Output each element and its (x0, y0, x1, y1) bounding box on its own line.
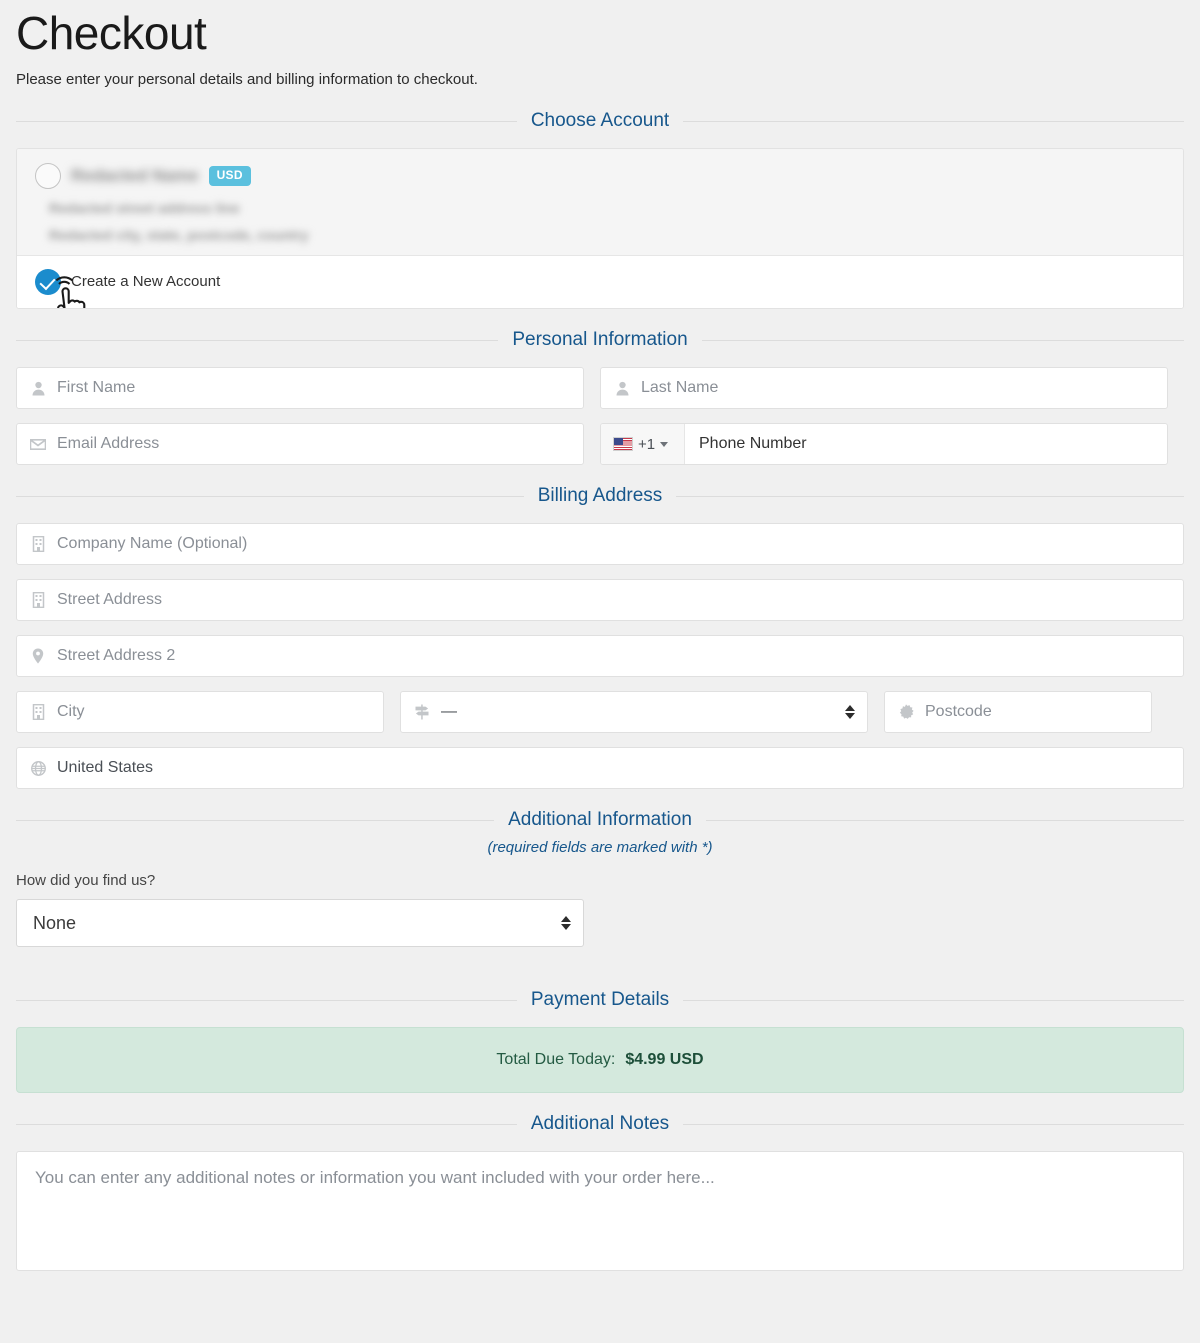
building-icon (29, 592, 47, 608)
postcode-placeholder: Postcode (925, 703, 992, 720)
starburst-icon (897, 704, 915, 720)
building-icon (29, 536, 47, 552)
state-select[interactable]: — (400, 691, 868, 733)
legend-rule-left (16, 999, 517, 1001)
select-caret-icon (561, 916, 571, 930)
street-address-field[interactable]: Street Address (16, 579, 1184, 621)
legend-rule-left (16, 1123, 517, 1125)
last-name-placeholder: Last Name (641, 379, 719, 396)
building-icon (29, 704, 47, 720)
city-field[interactable]: City (16, 691, 384, 733)
legend-rule-left (16, 339, 499, 341)
name-row: First Name Last Name (16, 367, 1184, 409)
email-placeholder: Email Address (57, 435, 160, 452)
signpost-icon (413, 704, 431, 720)
existing-account-address-line-2: Redacted city, state, postcode, country (49, 227, 309, 243)
city-state-postcode-row: City — Postcode (16, 691, 1184, 733)
new-account-label: Create a New Account (71, 273, 221, 290)
section-legend-payment-details: Payment Details (16, 987, 1184, 1013)
currency-badge: USD (208, 166, 251, 186)
legend-rule-right (683, 120, 1184, 122)
company-row: Company Name (Optional) (16, 523, 1184, 565)
legend-rule-left (16, 120, 517, 122)
legend-label: Additional Notes (530, 1113, 670, 1134)
street2-row: Street Address 2 (16, 635, 1184, 677)
new-account-header: Create a New Account (35, 269, 1165, 295)
page-title: Checkout (16, 7, 207, 59)
existing-account-name: Redacted Name (71, 166, 199, 185)
company-name-field[interactable]: Company Name (Optional) (16, 523, 1184, 565)
user-icon (29, 381, 47, 396)
radio-existing-account[interactable] (35, 163, 61, 189)
postcode-field[interactable]: Postcode (884, 691, 1152, 733)
radio-create-new-account[interactable] (35, 269, 61, 295)
legend-rule-right (683, 999, 1184, 1001)
required-fields-note: (required fields are marked with *) (487, 839, 713, 856)
legend-label: Billing Address (537, 485, 663, 506)
legend-rule-left (16, 819, 495, 821)
section-legend-choose-account: Choose Account (16, 108, 1184, 134)
us-flag-icon (613, 437, 633, 451)
legend-rule-left (16, 495, 524, 497)
street-address-placeholder: Street Address (57, 591, 162, 608)
street1-row: Street Address (16, 579, 1184, 621)
legend-label: Choose Account (530, 110, 670, 131)
how-did-you-find-us-label: How did you find us? (16, 872, 156, 889)
legend-rule-right (705, 819, 1184, 821)
total-due-label: Total Due Today: (496, 1051, 616, 1068)
phone-dial-code: +1 (638, 435, 656, 453)
user-icon (613, 381, 631, 396)
how-did-you-find-us-select[interactable]: None (16, 899, 584, 947)
how-did-you-find-us-value: None (33, 912, 77, 933)
contact-row: Email Address +1 Phone Number (16, 423, 1184, 465)
account-option-new[interactable]: Create a New Account (17, 256, 1183, 308)
page-subtitle: Please enter your personal details and b… (16, 71, 478, 88)
envelope-icon (29, 438, 47, 451)
additional-notes-textarea[interactable]: You can enter any additional notes or in… (16, 1151, 1184, 1271)
country-row: United States (16, 747, 1184, 789)
legend-label: Personal Information (512, 329, 688, 350)
state-value: — (441, 703, 457, 720)
phone-country-selector[interactable]: +1 (601, 424, 685, 464)
existing-account-header: Redacted Name USD (35, 163, 1165, 189)
checkout-page: Checkout Please enter your personal deta… (0, 0, 1200, 1271)
legend-rule-right (683, 1123, 1184, 1125)
country-value: United States (57, 759, 154, 776)
section-legend-billing-address: Billing Address (16, 483, 1184, 509)
last-name-field[interactable]: Last Name (600, 367, 1168, 409)
account-list: Redacted Name USD Redacted street addres… (16, 148, 1184, 309)
legend-rule-right (676, 495, 1184, 497)
total-due-banner: Total Due Today: $4.99 USD (16, 1027, 1184, 1093)
phone-field[interactable]: +1 Phone Number (600, 423, 1168, 465)
chevron-down-icon (660, 441, 669, 447)
company-name-placeholder: Company Name (Optional) (57, 535, 248, 552)
first-name-field[interactable]: First Name (16, 367, 584, 409)
section-legend-personal-information: Personal Information (16, 327, 1185, 353)
account-option-existing[interactable]: Redacted Name USD Redacted street addres… (17, 149, 1183, 256)
email-field[interactable]: Email Address (16, 423, 584, 465)
phone-number-placeholder: Phone Number (699, 435, 807, 452)
total-due-amount: $4.99 USD (625, 1051, 704, 1068)
country-field[interactable]: United States (16, 747, 1184, 789)
street-address-2-placeholder: Street Address 2 (57, 647, 176, 664)
first-name-placeholder: First Name (57, 379, 136, 396)
select-caret-icon (845, 705, 855, 719)
legend-label: Additional Information (508, 809, 692, 830)
existing-account-address-line-1: Redacted street address line (49, 200, 240, 216)
section-legend-additional-information: Additional Information (16, 807, 1184, 833)
street-address-2-field[interactable]: Street Address 2 (16, 635, 1184, 677)
legend-rule-right (701, 339, 1185, 341)
legend-label: Payment Details (530, 989, 670, 1010)
map-pin-icon (29, 648, 47, 664)
city-placeholder: City (57, 703, 85, 720)
section-legend-additional-notes: Additional Notes (16, 1111, 1184, 1137)
additional-notes-placeholder: You can enter any additional notes or in… (35, 1168, 715, 1187)
globe-icon (29, 760, 47, 776)
